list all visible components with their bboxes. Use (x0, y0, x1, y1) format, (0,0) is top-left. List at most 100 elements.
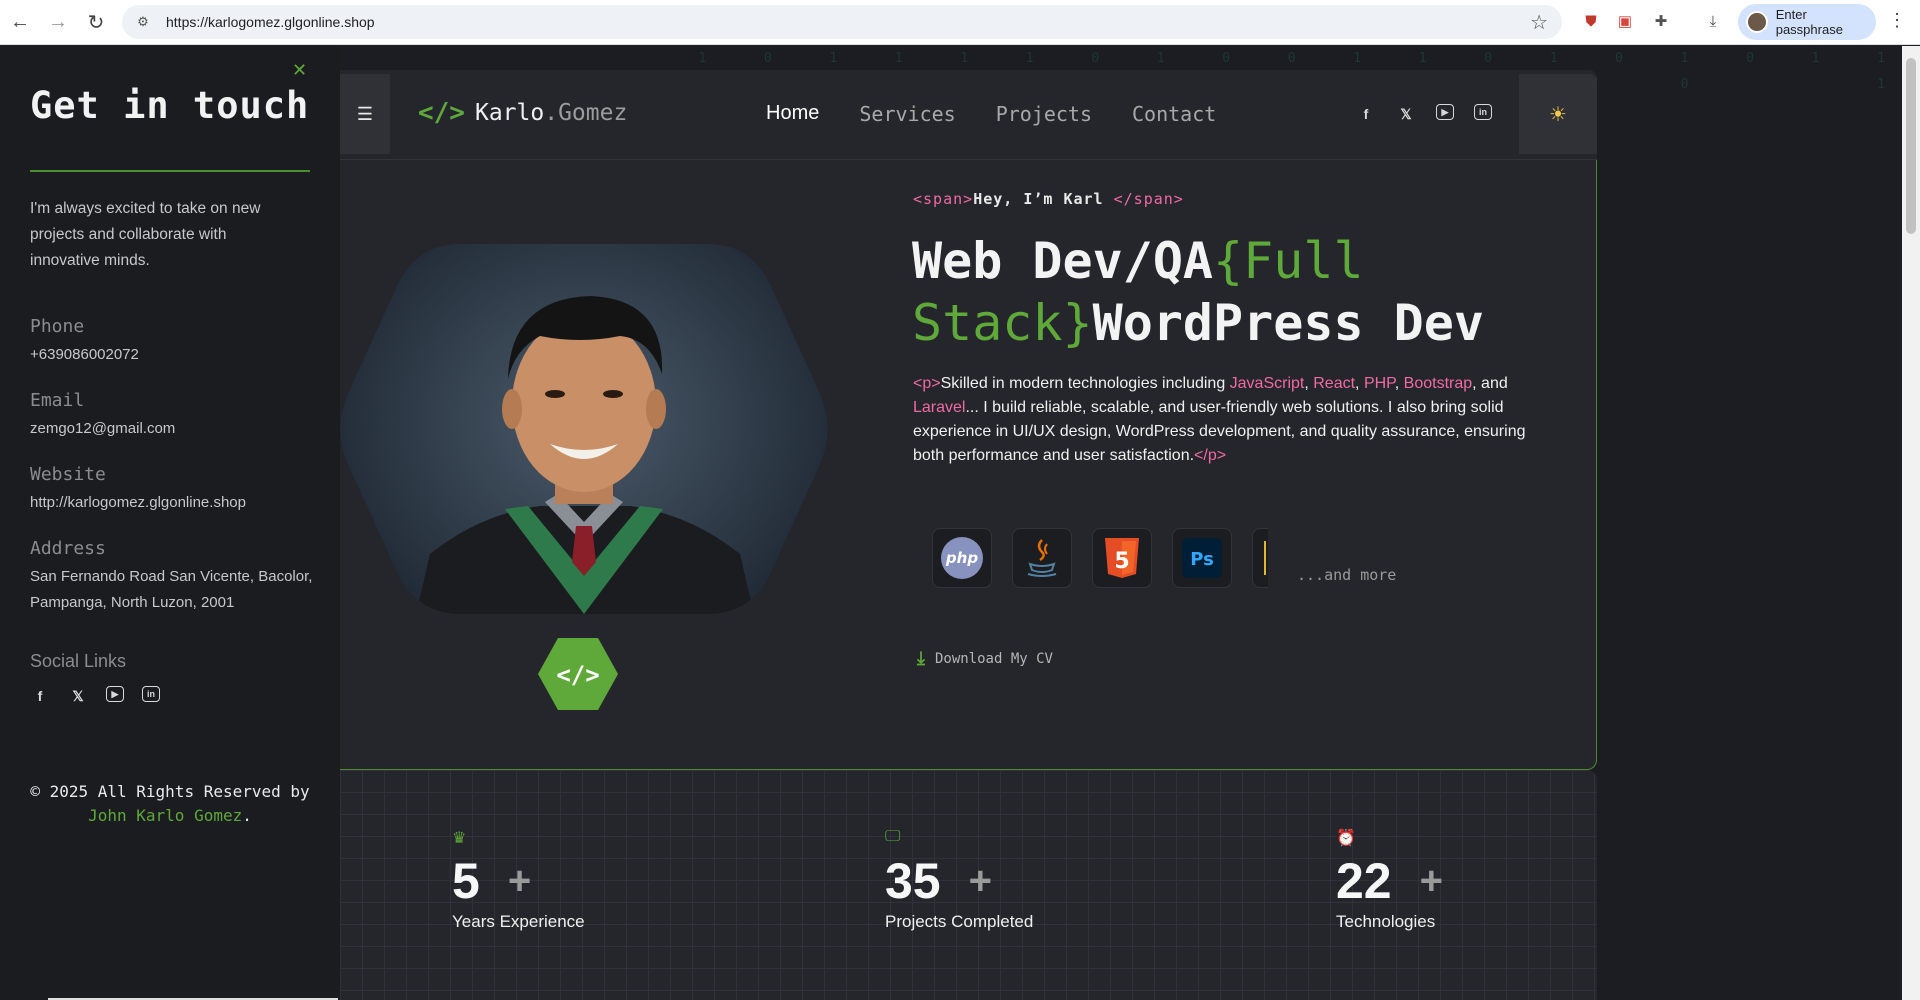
extensions-puzzle-icon[interactable]: ✚ (1648, 8, 1674, 34)
java-icon (1012, 528, 1072, 588)
email-label: Email (30, 390, 85, 411)
sidebar-social-links: f 𝕏 ▶ in (30, 686, 160, 706)
contact-sidebar: ✕ Get in touch I'm always excited to tak… (0, 46, 340, 1000)
back-icon[interactable]: ← (2, 4, 38, 40)
plus-icon: + (968, 858, 992, 903)
hamburger-menu-icon[interactable]: ☰ (340, 74, 390, 154)
headline-part-1: Web Dev/QA (912, 232, 1214, 290)
phone-value[interactable]: +639086002072 (30, 342, 320, 368)
span-close-tag: </span> (1113, 190, 1184, 208)
address-value: San Fernando Road San Vicente, Bacolor, … (30, 568, 313, 611)
scrollbar-thumb[interactable] (1906, 58, 1916, 234)
nav-contact[interactable]: Contact (1132, 102, 1216, 126)
desc-text-1: Skilled in modern technologies including (940, 375, 1230, 392)
x-twitter-icon[interactable]: 𝕏 (1396, 104, 1416, 124)
svg-text:</>: </> (556, 661, 599, 689)
downloads-icon[interactable]: ⤓ (1700, 8, 1726, 34)
p-open-tag: <p> (913, 375, 941, 392)
youtube-icon[interactable]: ▶ (1436, 104, 1454, 120)
browser-toolbar: ← → ↻ ⚙ https://karlogomez.glgonline.sho… (0, 0, 1920, 45)
extension-red-icon[interactable]: ▣ (1612, 8, 1638, 34)
profile-portrait (340, 244, 828, 684)
code-badge-icon: </> (538, 638, 618, 710)
site-logo[interactable]: </> Karlo .Gomez (418, 98, 627, 128)
stat-value: 35 (885, 853, 941, 909)
greeting: <span>Hey, I’m Karl </span> (913, 190, 1184, 208)
more-technologies: ...and more (1297, 566, 1397, 584)
php-icon-text: php (945, 549, 978, 567)
tech-laravel: Laravel (913, 399, 966, 416)
stat-label: Projects Completed (885, 912, 1034, 931)
hero-headline: Web Dev/QA{Full Stack}WordPress Dev (912, 230, 1552, 354)
phone-label: Phone (30, 316, 85, 337)
linkedin-icon[interactable]: in (1474, 104, 1492, 120)
nav-projects[interactable]: Projects (996, 102, 1092, 126)
copyright-name[interactable]: John Karlo Gomez (88, 806, 242, 825)
plus-icon: + (1419, 858, 1443, 903)
website-label: Website (30, 464, 106, 485)
greeting-text: Hey, I’m Karl (973, 190, 1104, 208)
sidebar-title: Get in touch (30, 84, 310, 127)
desc-sep-2: , (1355, 375, 1364, 392)
divider (30, 170, 310, 172)
profile-label: Enter passphrase (1775, 7, 1843, 37)
stats-section: ♛ 5 + Years Experience 🖵 35 + Projects Com… (340, 770, 1597, 1000)
photoshop-icon-text: Ps (1190, 549, 1214, 570)
headline-part-3: WordPress Dev (1092, 294, 1484, 352)
tech-react: React (1313, 375, 1356, 392)
social-links-label: Social Links (30, 651, 127, 671)
stat-value: 5 (452, 853, 480, 909)
forward-icon[interactable]: → (40, 4, 76, 40)
youtube-icon[interactable]: ▶ (106, 686, 124, 702)
facebook-icon[interactable]: f (1356, 104, 1376, 124)
desc-sep-1: , (1304, 375, 1314, 392)
logo-last-name: .Gomez (544, 100, 628, 126)
nav-home[interactable]: Home (766, 102, 819, 126)
download-cv-button[interactable]: ⤓ Download My CV (917, 648, 1053, 669)
desc-sep-3: , (1394, 375, 1404, 392)
x-twitter-icon[interactable]: 𝕏 (68, 686, 88, 706)
address-bar[interactable]: ⚙ https://karlogomez.glgonline.shop ☆ (122, 5, 1562, 39)
page-scrollbar[interactable] (1902, 46, 1920, 1000)
tech-php: PHP (1363, 375, 1395, 392)
download-cv-label: Download My CV (934, 650, 1053, 667)
download-icon: ⤓ (917, 648, 925, 669)
address-label: Address (30, 538, 106, 559)
tech-icon-partial (1252, 528, 1268, 588)
tech-bootstrap: Bootstrap (1403, 375, 1473, 392)
profile-button[interactable]: Enter passphrase (1738, 4, 1876, 40)
site-header: ☰ </> Karlo .Gomez Home Services Projects… (340, 70, 1597, 160)
facebook-icon[interactable]: f (30, 686, 50, 706)
theme-toggle-sun-icon[interactable]: ☀ (1519, 74, 1597, 154)
code-brackets-icon: </> (418, 98, 465, 128)
plus-icon: + (507, 858, 532, 903)
linkedin-icon[interactable]: in (142, 686, 160, 702)
bookmark-star-icon[interactable]: ☆ (1530, 10, 1548, 35)
url-text[interactable]: https://karlogomez.glgonline.shop (166, 14, 375, 30)
copyright-suffix: . (242, 806, 252, 825)
ublock-extension-icon[interactable]: ⛊ (1578, 8, 1604, 34)
logo-first-name: Karlo (474, 100, 545, 126)
sidebar-intro: I'm always excited to take on new projec… (30, 200, 261, 269)
header-social-links: f 𝕏 ▶ in (1356, 104, 1492, 124)
stat-label: Years Experience (452, 912, 585, 931)
desc-sep-4: , and (1472, 375, 1508, 392)
stat-projects: 🖵 35 + Projects Completed (885, 828, 1033, 932)
copyright: © 2025 All Rights Reserved by John Karlo… (30, 780, 310, 828)
crown-icon: ♛ (452, 830, 467, 847)
website-value[interactable]: http://karlogomez.glgonline.shop (30, 490, 320, 516)
stat-label: Technologies (1336, 912, 1436, 931)
site-settings-icon[interactable]: ⚙ (134, 13, 152, 31)
browser-menu-icon[interactable]: ⋮ (1888, 10, 1906, 31)
stat-technologies: ⏰ 22 + Technologies (1336, 828, 1443, 932)
nav-services[interactable]: Services (859, 102, 955, 126)
span-open-tag: <span> (913, 190, 974, 208)
stat-value: 22 (1336, 853, 1392, 909)
email-value[interactable]: zemgo12@gmail.com (30, 416, 320, 442)
avatar (1746, 11, 1768, 33)
html5-icon: 5 (1092, 528, 1152, 588)
tech-icons-row: php 5 Ps (932, 528, 1268, 588)
close-icon[interactable]: ✕ (292, 60, 307, 81)
hero-description: <p>Skilled in modern technologies includ… (913, 372, 1553, 468)
reload-icon[interactable]: ↻ (78, 4, 114, 40)
